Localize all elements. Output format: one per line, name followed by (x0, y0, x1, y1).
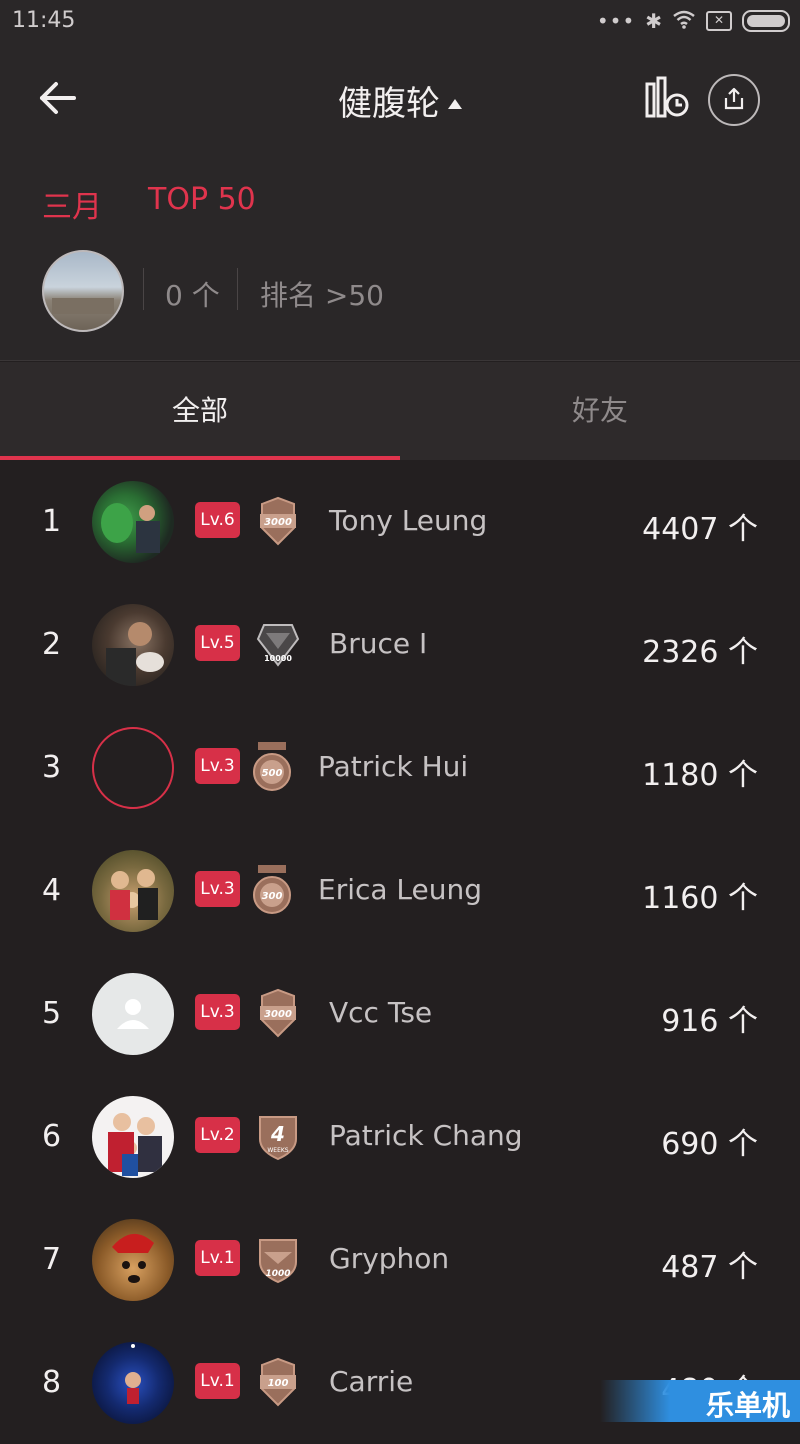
medal-icon: 10000 (256, 624, 300, 667)
caret-up-icon (448, 99, 462, 109)
tab-all[interactable]: 全部 (0, 362, 400, 460)
watermark-logo: 乐单机 (600, 1380, 800, 1422)
user-name: Vcc Tse (329, 996, 433, 1029)
status-time: 11:45 (12, 8, 76, 33)
rank-number: 6 (42, 1119, 62, 1154)
divider (237, 268, 238, 310)
level-badge: Lv.1 (195, 1363, 240, 1399)
rank-number: 7 (42, 1242, 62, 1277)
user-name: Bruce I (329, 627, 428, 660)
default-avatar-icon (117, 999, 149, 1029)
battery-icon (742, 10, 790, 32)
rep-count: 4407 个 (642, 512, 758, 547)
level-badge: Lv.3 (195, 748, 240, 784)
more-dots-icon: ••• (596, 9, 636, 33)
bluetooth-icon: ✱ (645, 9, 662, 33)
wifi-icon (672, 9, 696, 33)
medal-label: 3000 (264, 1009, 292, 1020)
avatar[interactable] (92, 1219, 174, 1301)
rep-count: 1180 个 (642, 758, 758, 793)
medal-icon: 300 (253, 865, 291, 914)
medal-label: 3000 (264, 517, 292, 528)
watermark-text: 乐单机 (705, 1389, 790, 1422)
app-bar: 健腹轮 (0, 42, 800, 154)
level-badge: Lv.1 (195, 1240, 240, 1276)
status-icons: ••• ✱ ✕ (597, 8, 790, 34)
leaderboard-row[interactable]: 2 Lv.5 10000 Bruce I 2326 个 (0, 583, 800, 706)
rank-number: 8 (42, 1365, 62, 1400)
share-icon (724, 87, 744, 110)
leaderboard-row[interactable]: 3 Lv.3 500 Patrick Hui 1180 个 (0, 706, 800, 829)
rank-number: 1 (42, 504, 62, 539)
avatar[interactable] (92, 1096, 174, 1178)
rank-number: 5 (42, 996, 62, 1031)
month-label[interactable]: 三月 (42, 182, 102, 226)
my-count: 0 个 (165, 279, 220, 312)
medal-label: 100 (268, 1378, 289, 1389)
medal-icon: 500 (253, 742, 291, 791)
rep-count: 916 个 (661, 1004, 758, 1039)
medal-icon: 1000 (259, 1239, 297, 1284)
title-text: 健腹轮 (338, 84, 440, 124)
leaderboard-row[interactable]: 6 Lv.2 4 WEEKS Patrick Chang 690 个 (0, 1075, 800, 1198)
leaderboard-row[interactable]: 7 Lv.1 1000 Gryphon 487 个 (0, 1198, 800, 1321)
level-badge: Lv.2 (195, 1117, 240, 1153)
tab-bar: 全部 好友 (0, 362, 800, 460)
avatar[interactable] (92, 481, 174, 563)
user-name: Patrick Chang (329, 1119, 523, 1152)
status-bar: 11:45 ••• ✱ ✕ (0, 0, 800, 42)
user-name: Patrick Hui (318, 750, 469, 783)
user-name: Carrie (329, 1365, 414, 1398)
leaderboard-row[interactable]: 5 Lv.3 3000 Vcc Tse 916 个 (0, 952, 800, 1075)
rank-number: 2 (42, 627, 62, 662)
leaderboard-row[interactable]: 1 Lv.6 3000 Tony Leung 4407 个 (0, 460, 800, 583)
top-label: TOP 50 (148, 182, 256, 217)
user-name: Erica Leung (318, 873, 483, 906)
avatar[interactable] (92, 850, 174, 932)
medal-label: 500 (262, 768, 283, 779)
avatar[interactable] (92, 973, 174, 1055)
my-avatar[interactable] (42, 250, 124, 332)
rep-count: 1160 个 (642, 881, 758, 916)
tab-friends[interactable]: 好友 (400, 362, 800, 460)
rank-number: 4 (42, 873, 62, 908)
level-badge: Lv.6 (195, 502, 240, 538)
avatar[interactable] (92, 727, 174, 809)
share-button[interactable] (708, 74, 760, 126)
user-name: Gryphon (329, 1242, 450, 1275)
medal-icon: 3000 (260, 496, 296, 546)
divider (143, 268, 144, 310)
rep-count: 487 个 (661, 1250, 758, 1285)
avatar[interactable] (92, 604, 174, 686)
my-summary: 三月 TOP 50 0 个 排名 >50 (0, 154, 800, 361)
leaderboard-row[interactable]: 4 Lv.3 300 Erica Leung 1160 个 (0, 829, 800, 952)
rank-number: 3 (42, 750, 62, 785)
medal-icon: 100 (260, 1357, 296, 1407)
medal-icon: 4 WEEKS (259, 1116, 297, 1161)
level-badge: Lv.3 (195, 871, 240, 907)
level-badge: Lv.3 (195, 994, 240, 1030)
medal-label: 1000 (265, 1269, 290, 1279)
medal-label: 300 (262, 891, 283, 902)
level-badge: Lv.5 (195, 625, 240, 661)
rep-count: 690 个 (661, 1127, 758, 1162)
svg-text:WEEKS: WEEKS (267, 1147, 288, 1154)
medal-label: 10000 (264, 654, 292, 663)
svg-text:4: 4 (270, 1122, 285, 1146)
medal-icon: 3000 (260, 988, 296, 1038)
avatar[interactable] (92, 1342, 174, 1424)
my-rank: 排名 >50 (260, 279, 384, 312)
user-name: Tony Leung (329, 504, 488, 537)
stats-history-icon[interactable] (644, 76, 690, 120)
sim-off-icon: ✕ (706, 11, 732, 31)
rep-count: 2326 个 (642, 635, 758, 670)
